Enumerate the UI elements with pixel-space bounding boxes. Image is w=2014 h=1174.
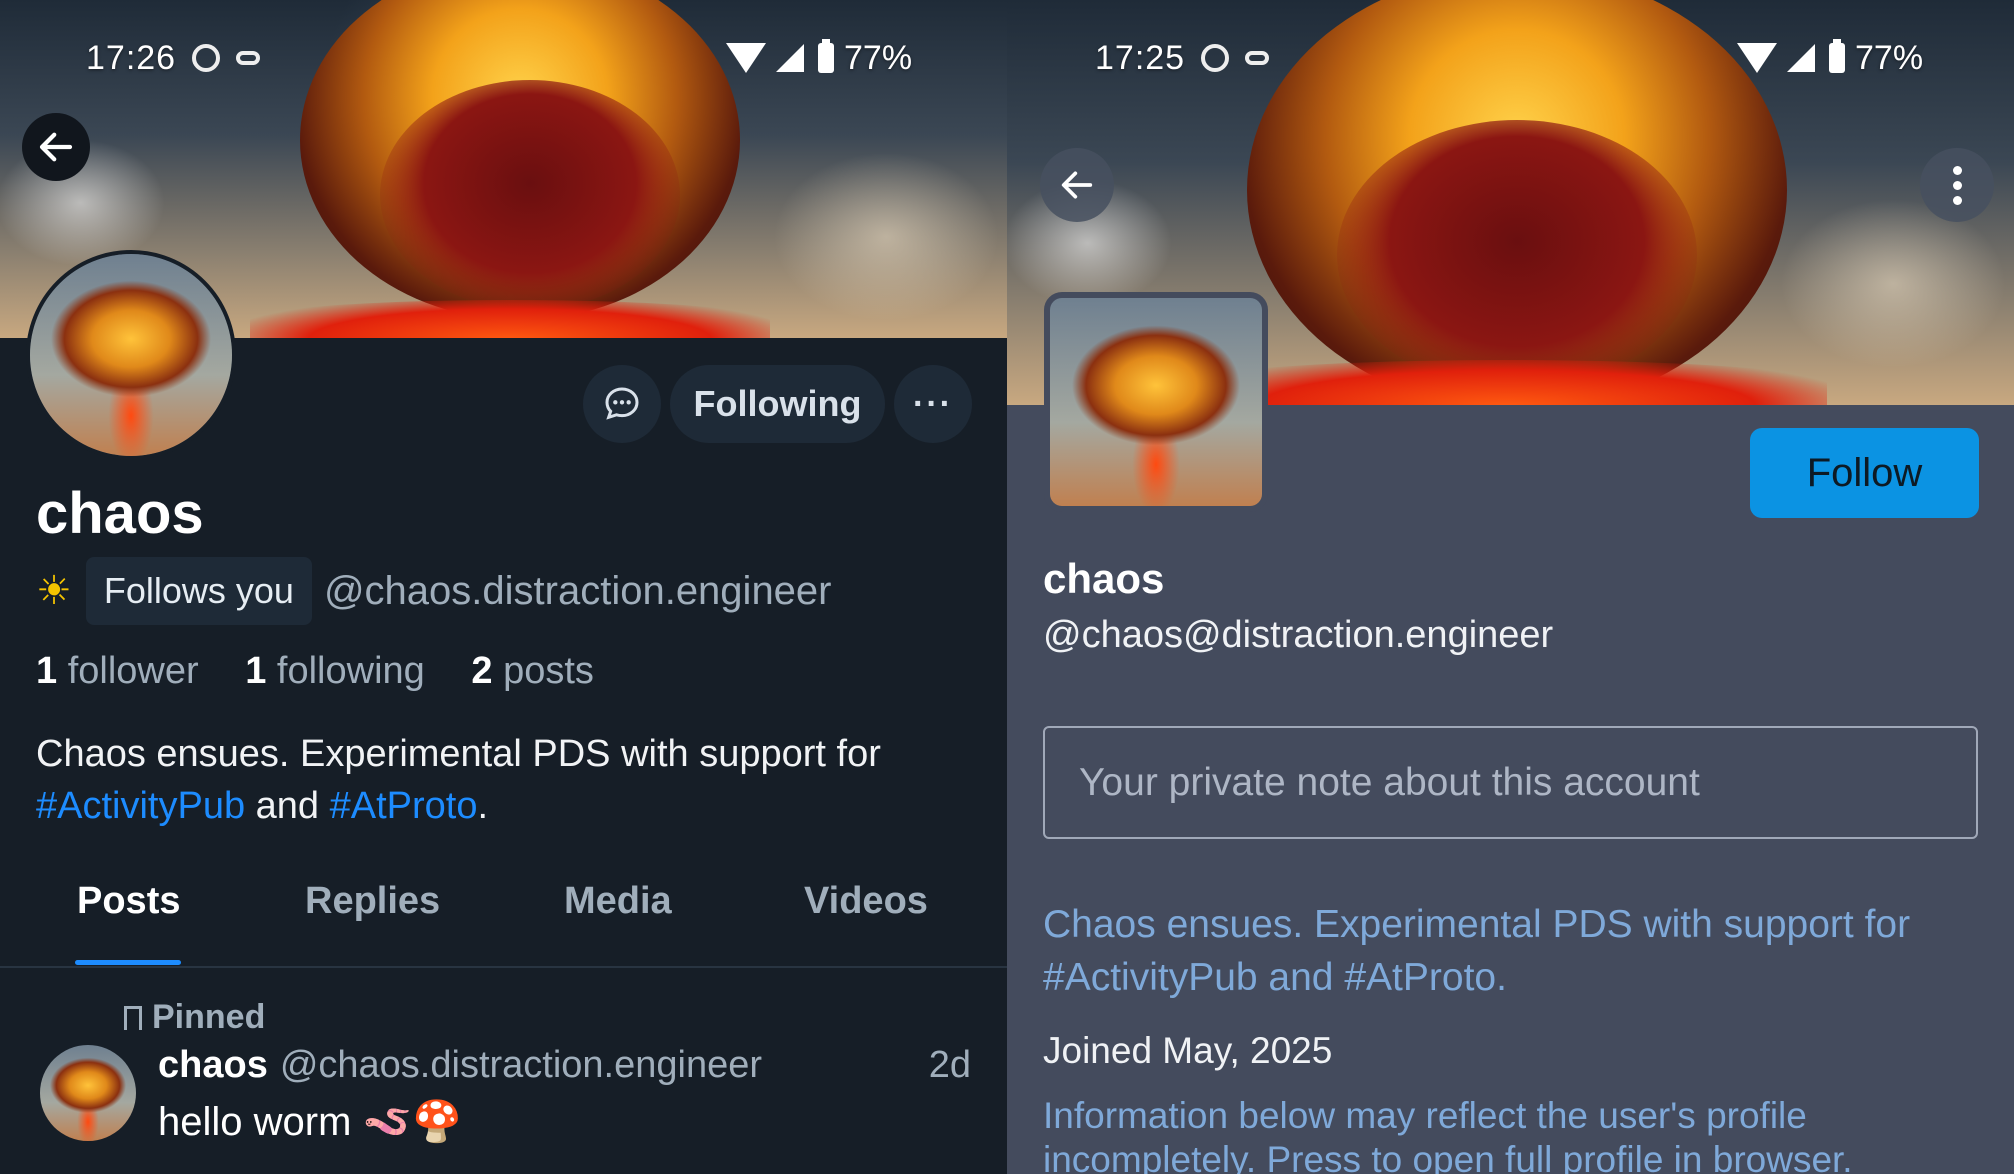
chat-bubble-icon	[605, 387, 639, 420]
handle-row: ☀ Follows you @chaos.distraction.enginee…	[36, 556, 832, 626]
dot	[1952, 180, 1962, 190]
profile-bio: Chaos ensues. Experimental PDS with supp…	[36, 728, 986, 832]
followers-count: 1	[36, 650, 58, 692]
tab-videos[interactable]: Videos	[804, 880, 928, 923]
status-time: 17:26	[86, 38, 177, 77]
following-label: following	[276, 650, 425, 692]
signal-icon	[1787, 44, 1815, 72]
signal-icon	[776, 44, 804, 72]
bio-text: and	[255, 785, 320, 827]
post-avatar[interactable]	[40, 1045, 136, 1141]
avatar-image	[30, 254, 232, 456]
battery-percent: 77%	[1855, 38, 1924, 77]
following-button[interactable]: Following	[670, 365, 885, 443]
dot	[1952, 165, 1962, 175]
tab-posts[interactable]: Posts	[77, 880, 180, 923]
dot	[1952, 195, 1962, 205]
pinned-text: Pinned	[152, 998, 266, 1036]
hashtag-link[interactable]: #AtProto	[330, 785, 478, 827]
message-button[interactable]	[583, 365, 661, 443]
more-options-button[interactable]: ···	[894, 365, 972, 443]
private-note-placeholder: Your private note about this account	[1079, 760, 1700, 804]
post-handle[interactable]: @chaos.distraction.engineer	[280, 1044, 762, 1086]
posts-label: posts	[503, 650, 594, 692]
wifi-icon	[1737, 43, 1777, 73]
hashtag-link[interactable]: #ActivityPub	[36, 785, 245, 827]
post-text: hello worm 🪱🍄	[158, 1100, 463, 1144]
banner-fire	[250, 300, 770, 338]
display-name: chaos	[36, 481, 204, 546]
steam-icon	[1245, 51, 1270, 65]
bio-text: Chaos ensues. Experimental PDS with supp…	[36, 733, 881, 775]
following-stat[interactable]: 1 following	[245, 650, 443, 692]
pinned-label: Pinned	[124, 998, 265, 1037]
status-bar: 17:25	[1095, 38, 1270, 78]
left-phone-screen: 17:26 77% Following ··· chaos ☀ Follows …	[0, 0, 1007, 1174]
post-header: chaos @chaos.distraction.engineer	[158, 1044, 762, 1087]
banner-cloud-core	[380, 80, 680, 310]
follow-button[interactable]: Follow	[1750, 428, 1979, 518]
sync-icon	[1201, 44, 1230, 72]
posts-count: 2	[471, 650, 493, 692]
post-author[interactable]: chaos	[158, 1044, 268, 1086]
post-avatar-image	[40, 1045, 136, 1141]
banner-cloud-core	[1337, 120, 1697, 390]
profile-stats: 1 follower 1 following 2 posts	[36, 650, 630, 693]
overflow-menu-button[interactable]	[1920, 148, 1994, 222]
pin-icon	[124, 1005, 142, 1030]
following-count: 1	[245, 650, 267, 692]
sync-icon	[192, 44, 221, 72]
right-phone-screen: 17:25 77% Follow chaos @chaos@distractio…	[1007, 0, 2014, 1174]
joined-date: Joined May, 2025	[1043, 1030, 1333, 1071]
follows-you-badge: Follows you	[85, 557, 312, 625]
tab-media[interactable]: Media	[564, 880, 672, 923]
display-name: chaos	[1043, 555, 1165, 602]
tab-replies[interactable]: Replies	[305, 880, 440, 923]
steam-icon	[236, 51, 261, 65]
avatar[interactable]	[1044, 292, 1268, 512]
status-time: 17:25	[1095, 38, 1186, 77]
sunrise-icon: ☀	[36, 569, 72, 613]
profile-tabs: Posts Replies Media Videos	[0, 880, 1007, 968]
battery-icon	[1829, 39, 1845, 73]
handle[interactable]: @chaos.distraction.engineer	[324, 569, 832, 614]
arrow-left-icon	[39, 132, 73, 162]
handle[interactable]: @chaos@distraction.engineer	[1043, 614, 1553, 657]
private-note-field[interactable]: Your private note about this account	[1043, 726, 1978, 839]
bio-text: .	[477, 785, 489, 827]
banner-fire	[1187, 360, 1827, 405]
remote-profile-notice[interactable]: Information below may reflect the user's…	[1043, 1094, 1993, 1174]
profile-bio: Chaos ensues. Experimental PDS with supp…	[1043, 903, 1911, 999]
system-icons: 77%	[726, 38, 912, 78]
avatar[interactable]	[26, 250, 236, 460]
followers-stat[interactable]: 1 follower	[36, 650, 217, 692]
status-bar: 17:26	[86, 38, 261, 78]
system-icons: 77%	[1737, 38, 1923, 78]
wifi-icon	[726, 43, 766, 73]
followers-label: follower	[67, 650, 199, 692]
active-tab-indicator	[75, 960, 181, 965]
posts-stat: 2 posts	[471, 650, 612, 692]
back-button[interactable]	[22, 113, 90, 181]
battery-icon	[818, 39, 834, 73]
back-button[interactable]	[1040, 148, 1114, 222]
post-timestamp: 2d	[928, 1044, 971, 1086]
arrow-left-icon	[1061, 171, 1093, 199]
avatar-image	[1050, 298, 1262, 506]
battery-percent: 77%	[844, 38, 913, 77]
